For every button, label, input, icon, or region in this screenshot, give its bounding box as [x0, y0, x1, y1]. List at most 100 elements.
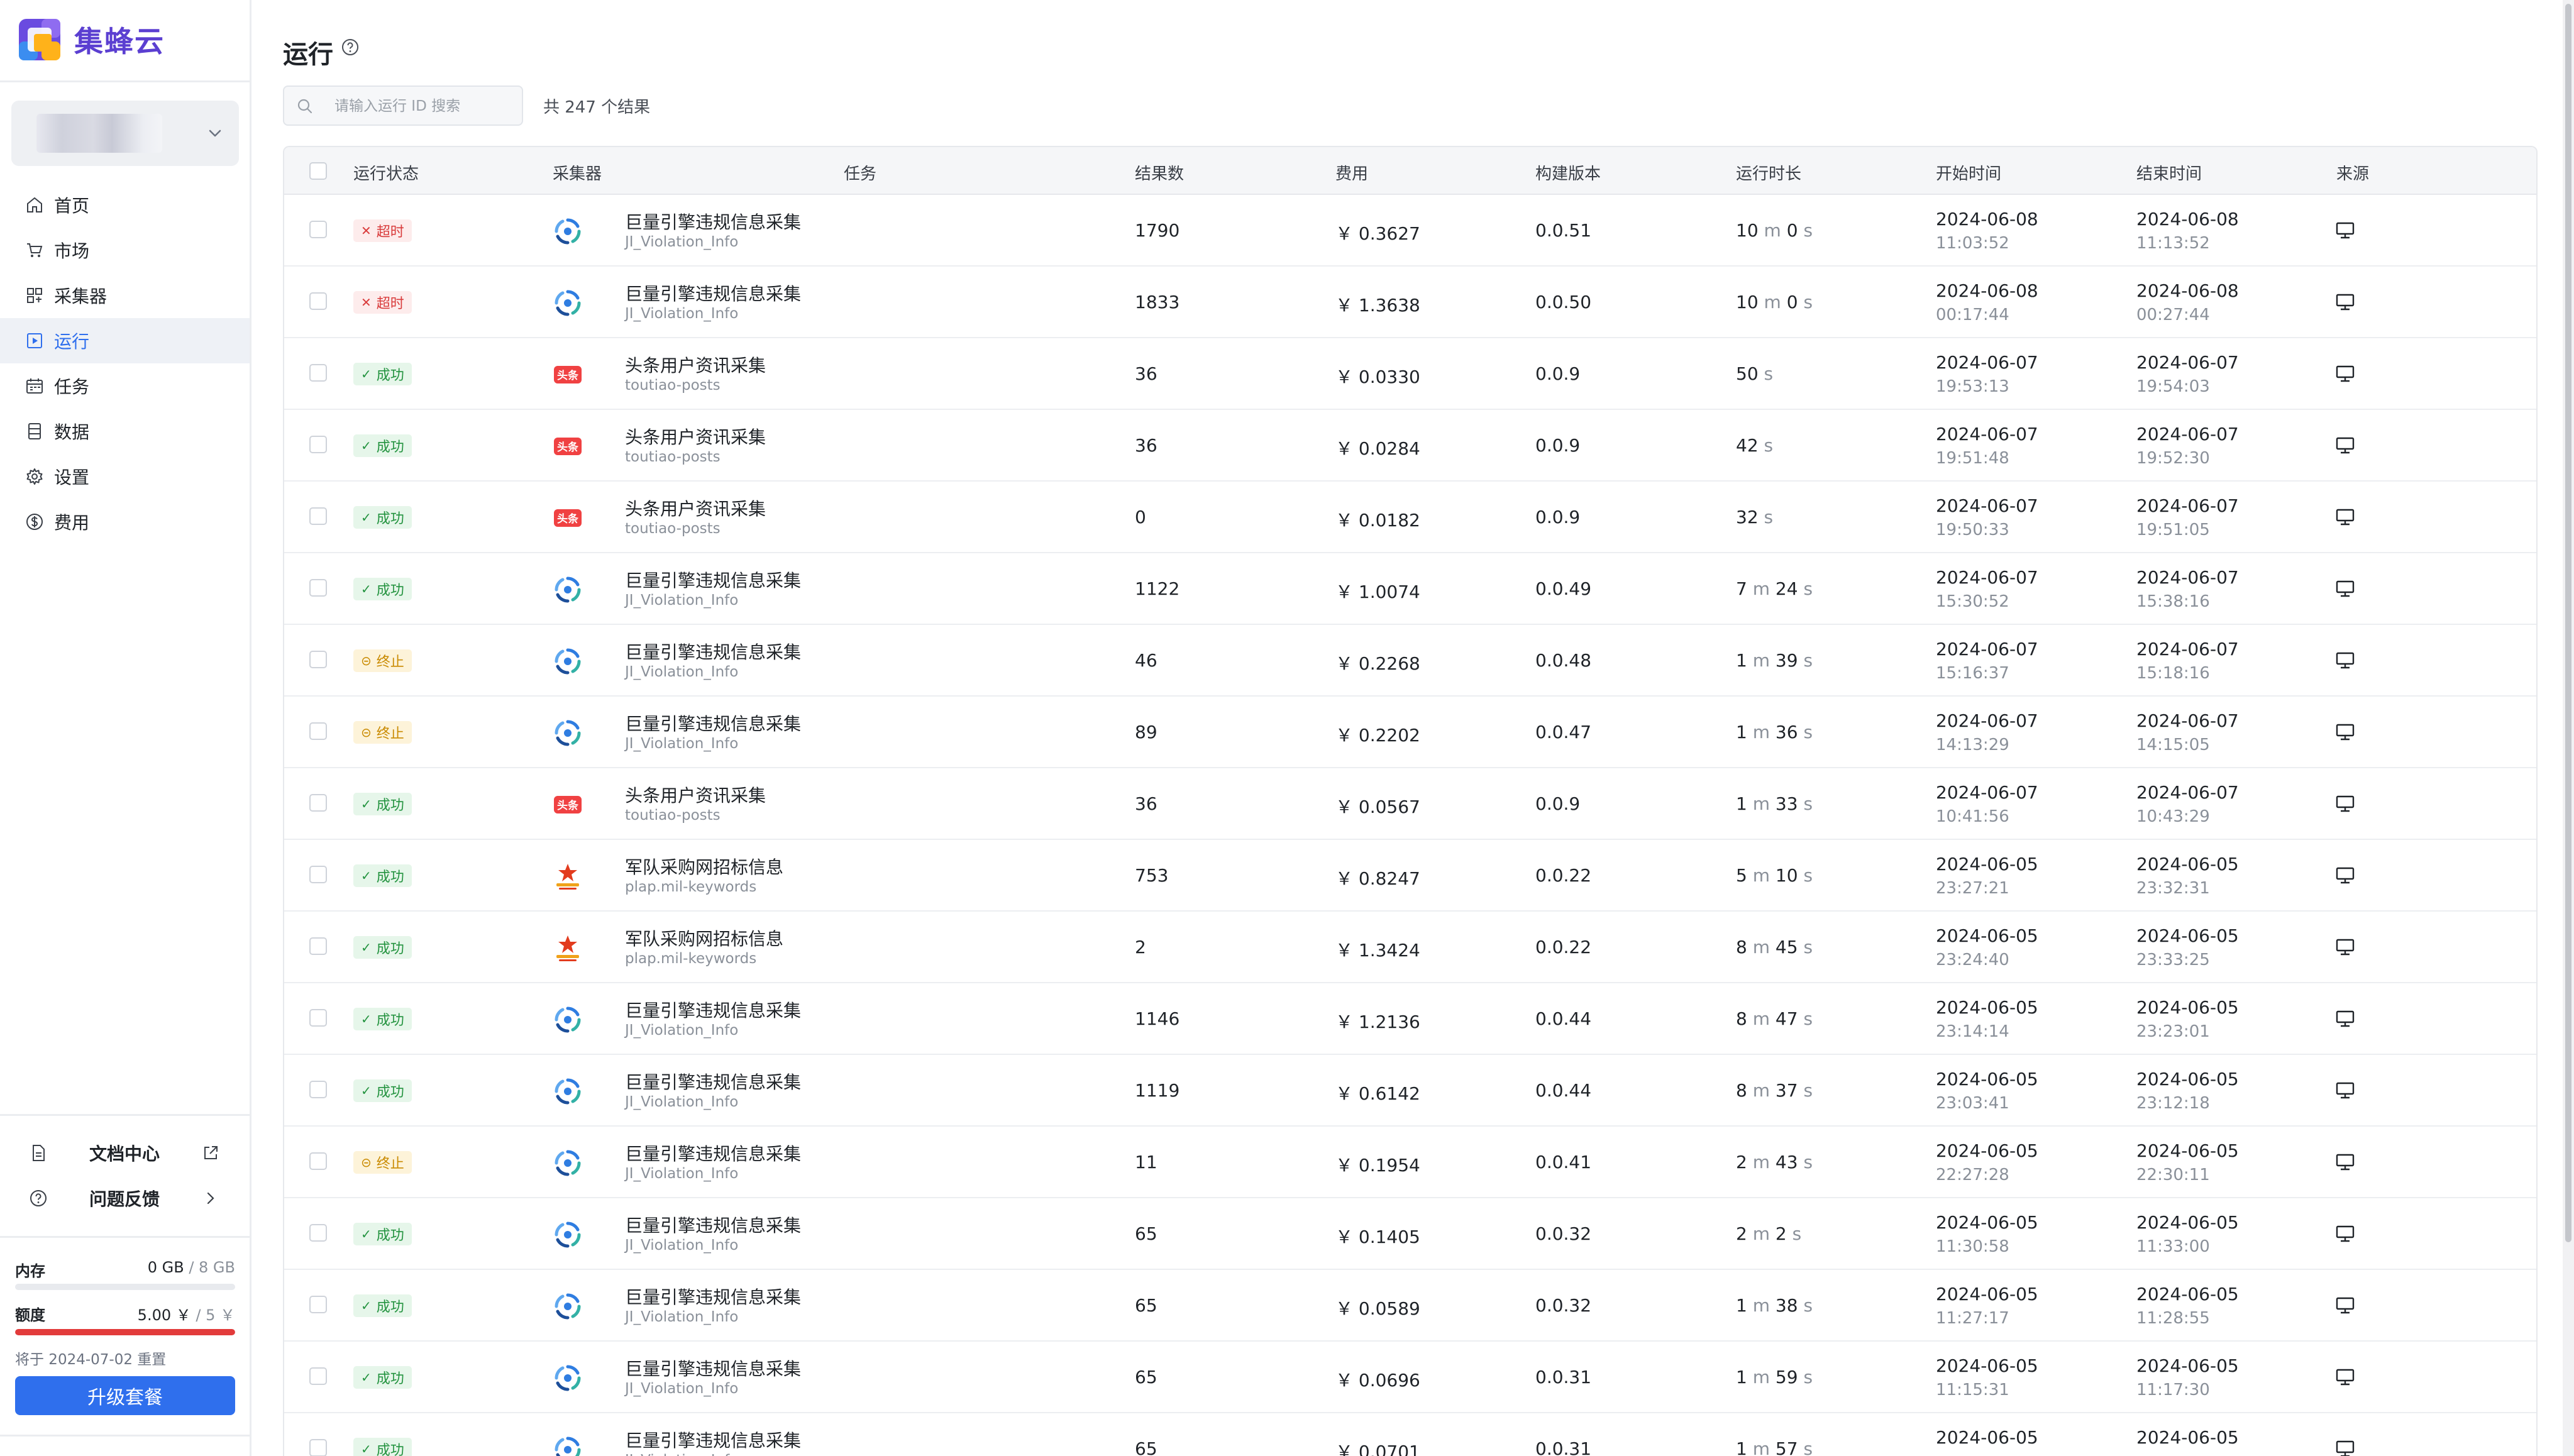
row-checkbox[interactable] [309, 1439, 327, 1456]
table-row[interactable]: ✓ 成功 头条 头条用户资讯采集 toutiao-posts 36 ￥ 0.0567 0.0.… [284, 768, 2536, 840]
table-row[interactable]: ⊝ 终止 巨量引擎违规信息采集 JI_Violation_Info 46 ￥ 0.2268… [284, 625, 2536, 697]
sidebar-item-gear[interactable]: 设置 [0, 454, 250, 499]
table-row[interactable]: ⊝ 终止 巨量引擎违规信息采集 JI_Violation_Info 89 ￥ 0.2202… [284, 697, 2536, 768]
help-circle-icon[interactable] [341, 38, 360, 57]
table-row[interactable]: ✓ 成功 巨量引擎违规信息采集JI_Violation_Info 65 ￥ 0.0701… [284, 1413, 2536, 1456]
table-row[interactable]: ✓ 成功 头条 头条用户资讯采集 toutiao-posts 0 ￥ 0.0182 0.0.9… [284, 482, 2536, 553]
column-header-cost[interactable]: 费用 [1335, 161, 1368, 184]
collector-name[interactable]: 头条用户资讯采集 [625, 424, 766, 449]
column-header-results[interactable]: 结果数 [1135, 161, 1184, 184]
collector-name[interactable]: 巨量引擎违规信息采集 [625, 209, 801, 234]
search-input[interactable] [334, 94, 517, 118]
monitor-icon[interactable] [2335, 1440, 2355, 1456]
row-checkbox[interactable] [309, 221, 327, 238]
table-row[interactable]: ✕ 超时 巨量引擎违规信息采集 JI_Violation_Info 1833 ￥ 1.36… [284, 267, 2536, 338]
row-checkbox[interactable] [309, 794, 327, 812]
table-row[interactable]: ✓ 成功 军队采购网招标信息 plap.mil-keywords 2 ￥ 1.3424 0.… [284, 912, 2536, 983]
row-checkbox[interactable] [309, 722, 327, 740]
row-checkbox[interactable] [309, 1224, 327, 1242]
row-checkbox[interactable] [309, 436, 327, 453]
collector-name[interactable]: 巨量引擎违规信息采集 [625, 710, 801, 736]
row-checkbox[interactable] [309, 1009, 327, 1027]
page-scrollbar-thumb[interactable] [2565, 4, 2571, 1242]
table-row[interactable]: ✓ 成功 军队采购网招标信息 plap.mil-keywords 753 ￥ 0.8247… [284, 840, 2536, 912]
row-checkbox[interactable] [309, 1081, 327, 1098]
row-checkbox[interactable] [309, 651, 327, 668]
workspace-selector[interactable] [11, 101, 239, 166]
column-header-collector[interactable]: 采集器 [553, 161, 602, 184]
row-checkbox[interactable] [309, 579, 327, 597]
column-header-status[interactable]: 运行状态 [353, 161, 419, 184]
monitor-icon[interactable] [2335, 1081, 2355, 1100]
table-row[interactable]: ✓ 成功 头条 头条用户资讯采集 toutiao-posts 36 ￥ 0.0330 0.0.… [284, 338, 2536, 410]
collector-name[interactable]: 军队采购网招标信息 [625, 854, 783, 879]
collector-name[interactable]: 巨量引擎违规信息采集 [625, 997, 801, 1022]
collector-name[interactable]: 巨量引擎违规信息采集 [625, 1140, 801, 1166]
column-header-build[interactable]: 构建版本 [1535, 161, 1601, 184]
table-row[interactable]: ✕ 超时 巨量引擎违规信息采集 JI_Violation_Info 1790 ￥ 0.36… [284, 195, 2536, 267]
monitor-icon[interactable] [2335, 938, 2355, 957]
collector-name[interactable]: 巨量引擎违规信息采集 [625, 1355, 801, 1381]
sidebar-item-cart[interactable]: 市场 [0, 228, 250, 273]
column-header-duration[interactable]: 运行时长 [1736, 161, 1801, 184]
collector-name[interactable]: 巨量引擎违规信息采集 [625, 280, 801, 306]
feedback-link[interactable]: 问题反馈 [0, 1176, 250, 1221]
sidebar-item-grid[interactable]: 采集器 [0, 273, 250, 318]
table-row[interactable]: ✓ 成功 头条 头条用户资讯采集 toutiao-posts 36 ￥ 0.0284 0.0.… [284, 410, 2536, 482]
sidebar-item-calendar[interactable]: 任务 [0, 363, 250, 409]
table-row[interactable]: ✓ 成功 巨量引擎违规信息采集 JI_Violation_Info 1122 ￥ 1.00… [284, 553, 2536, 625]
monitor-icon[interactable] [2335, 1153, 2355, 1172]
collector-name[interactable]: 巨量引擎违规信息采集 [625, 1069, 801, 1094]
monitor-icon[interactable] [2335, 508, 2355, 527]
sidebar-item-dollar[interactable]: 费用 [0, 499, 250, 544]
docs-center-link[interactable]: 文档中心 [0, 1130, 250, 1176]
monitor-icon[interactable] [2335, 1296, 2355, 1315]
row-checkbox[interactable] [309, 1296, 327, 1313]
row-checkbox[interactable] [309, 866, 327, 883]
collector-name[interactable]: 头条用户资讯采集 [625, 352, 766, 377]
collector-name[interactable]: 巨量引擎违规信息采集 [625, 1284, 801, 1309]
monitor-icon[interactable] [2335, 293, 2355, 312]
row-checkbox[interactable] [309, 292, 327, 310]
monitor-icon[interactable] [2335, 365, 2355, 383]
table-row[interactable]: ✓ 成功 巨量引擎违规信息采集 JI_Violation_Info 1146 ￥ 1.21… [284, 983, 2536, 1055]
select-all-checkbox[interactable] [309, 162, 327, 180]
upgrade-plan-button[interactable]: 升级套餐 [15, 1376, 235, 1415]
row-checkbox[interactable] [309, 507, 327, 525]
table-row[interactable]: ✓ 成功 巨量引擎违规信息采集 JI_Violation_Info 65 ￥ 0.0589… [284, 1270, 2536, 1342]
sidebar-item-data[interactable]: 数据 [0, 409, 250, 454]
monitor-icon[interactable] [2335, 866, 2355, 885]
collector-name[interactable]: 巨量引擎违规信息采集 [625, 639, 801, 664]
collector-name[interactable]: 巨量引擎违规信息采集 [625, 1427, 801, 1452]
monitor-icon[interactable] [2335, 580, 2355, 598]
collector-name[interactable]: 军队采购网招标信息 [625, 925, 783, 951]
collector-name[interactable]: 巨量引擎违规信息采集 [625, 1212, 801, 1237]
run-search[interactable] [283, 85, 523, 126]
column-header-source[interactable]: 来源 [2336, 161, 2369, 184]
column-header-task[interactable]: 任务 [844, 161, 876, 184]
monitor-icon[interactable] [2335, 221, 2355, 240]
table-row[interactable]: ⊝ 终止 巨量引擎违规信息采集 JI_Violation_Info 11 ￥ 0.1954… [284, 1127, 2536, 1198]
brand[interactable]: 集蜂云 [19, 19, 165, 60]
row-checkbox[interactable] [309, 364, 327, 382]
row-checkbox[interactable] [309, 1152, 327, 1170]
monitor-icon[interactable] [2335, 1368, 2355, 1387]
monitor-icon[interactable] [2335, 1225, 2355, 1244]
collector-name[interactable]: 头条用户资讯采集 [625, 495, 766, 521]
collector-name[interactable]: 头条用户资讯采集 [625, 782, 766, 807]
monitor-icon[interactable] [2335, 723, 2355, 742]
column-header-end-time[interactable]: 结束时间 [2136, 161, 2202, 184]
monitor-icon[interactable] [2335, 1010, 2355, 1029]
sidebar-item-home[interactable]: 首页 [0, 182, 250, 228]
table-row[interactable]: ✓ 成功 巨量引擎违规信息采集 JI_Violation_Info 65 ￥ 0.1405… [284, 1198, 2536, 1270]
row-checkbox[interactable] [309, 937, 327, 955]
monitor-icon[interactable] [2335, 795, 2355, 813]
monitor-icon[interactable] [2335, 651, 2355, 670]
sidebar-item-run[interactable]: 运行 [0, 318, 250, 363]
column-header-start-time[interactable]: 开始时间 [1936, 161, 2001, 184]
table-row[interactable]: ✓ 成功 巨量引擎违规信息采集 JI_Violation_Info 65 ￥ 0.0696… [284, 1342, 2536, 1413]
row-checkbox[interactable] [309, 1367, 327, 1385]
table-row[interactable]: ✓ 成功 巨量引擎违规信息采集 JI_Violation_Info 1119 ￥ 0.61… [284, 1055, 2536, 1127]
collector-name[interactable]: 巨量引擎违规信息采集 [625, 567, 801, 592]
monitor-icon[interactable] [2335, 436, 2355, 455]
